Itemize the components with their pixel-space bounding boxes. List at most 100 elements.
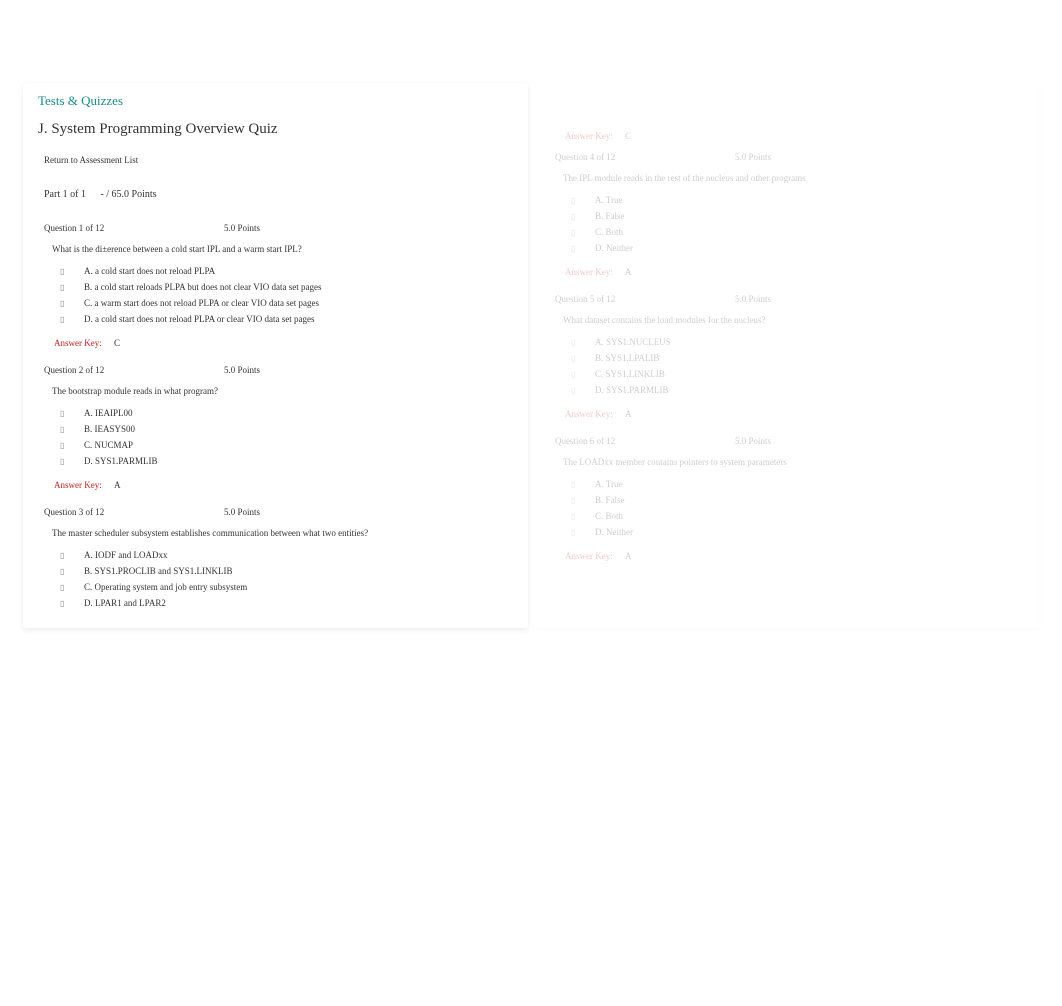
section-title: Tests & Quizzes	[38, 93, 513, 109]
bullet-icon: ▯	[60, 409, 84, 418]
answer-key-row: Answer Key: C	[549, 123, 1024, 145]
answer-option: ▯C. a warm start does not reload PLPA or…	[60, 298, 513, 308]
return-assessment-link[interactable]: Return to Assessment List	[38, 151, 144, 169]
answer-list: ▯A. True ▯B. False ▯C. Both ▯D. Neither	[549, 479, 1024, 537]
question-number: Question 3 of 12	[44, 507, 224, 517]
right-page: Answer Key: C Question 4 of 12 5.0 Point…	[534, 83, 1039, 628]
answer-key-value: A	[625, 551, 632, 561]
answer-key-value: C	[625, 131, 631, 141]
bullet-icon: ▯	[571, 386, 595, 395]
bullet-icon: ▯	[60, 425, 84, 434]
question-points: 5.0 Points	[224, 507, 260, 517]
bullet-icon: ▯	[60, 599, 84, 608]
answer-key-value: A	[114, 480, 121, 490]
bullet-icon: ▯	[571, 496, 595, 505]
question-block: Question 4 of 12 5.0 Points The IPL modu…	[549, 149, 1024, 281]
bullet-icon: ▯	[60, 551, 84, 560]
bullet-icon: ▯	[60, 441, 84, 450]
answer-option: ▯B. False	[571, 495, 1024, 505]
answer-text: A. a cold start does not reload PLPA	[84, 266, 215, 276]
question-header: Question 4 of 12 5.0 Points	[549, 149, 1024, 165]
bullet-icon: ▯	[571, 228, 595, 237]
answer-key-row: Answer Key: A	[549, 401, 1024, 423]
question-points: 5.0 Points	[735, 436, 771, 446]
bullet-icon: ▯	[571, 480, 595, 489]
answer-text: B. False	[595, 495, 625, 505]
answer-text: D. Neither	[595, 243, 633, 253]
part-info: Part 1 of 1 - / 65.0 Points	[38, 189, 513, 200]
bullet-icon: ▯	[571, 338, 595, 347]
question-block: Question 5 of 12 5.0 Points What dataset…	[549, 291, 1024, 423]
answer-option: ▯A. True	[571, 479, 1024, 489]
answer-text: A. IEAIPL00	[84, 408, 133, 418]
question-points: 5.0 Points	[735, 152, 771, 162]
answer-option: ▯C. Operating system and job entry subsy…	[60, 582, 513, 592]
answer-text: C. Both	[595, 227, 623, 237]
answer-text: B. SYS1.PROCLIB and SYS1.LINKLIB	[84, 566, 233, 576]
answer-text: B. SYS1.LPALIB	[595, 353, 659, 363]
answer-key-row: Answer Key: C	[38, 330, 513, 352]
answer-option: ▯C. Both	[571, 227, 1024, 237]
answer-key-value: A	[625, 267, 632, 277]
answer-option: ▯B. False	[571, 211, 1024, 221]
question-block: Question 1 of 12 5.0 Points What is the …	[38, 220, 513, 352]
question-number: Question 1 of 12	[44, 223, 224, 233]
page-container: Tests & Quizzes J. System Programming Ov…	[20, 80, 1042, 631]
answer-option: ▯D. LPAR1 and LPAR2	[60, 598, 513, 608]
question-number: Question 6 of 12	[555, 436, 735, 446]
answer-key-label: Answer Key:	[565, 267, 613, 277]
question-text: The IPL module reads in the rest of the …	[549, 173, 1024, 183]
question-header: Question 5 of 12 5.0 Points	[549, 291, 1024, 307]
answer-key-label: Answer Key:	[565, 409, 613, 419]
answer-key-label: Answer Key:	[54, 480, 102, 490]
answer-option: ▯C. NUCMAP	[60, 440, 513, 450]
left-page: Tests & Quizzes J. System Programming Ov…	[23, 83, 528, 628]
answer-text: D. LPAR1 and LPAR2	[84, 598, 166, 608]
answer-text: B. IEASYS00	[84, 424, 135, 434]
bullet-icon: ▯	[571, 512, 595, 521]
answer-option: ▯D. Neither	[571, 243, 1024, 253]
part-points: - / 65.0 Points	[100, 189, 156, 200]
answer-text: C. a warm start does not reload PLPA or …	[84, 298, 319, 308]
answer-key-row: Answer Key: A	[549, 543, 1024, 565]
answer-key-label: Answer Key:	[54, 338, 102, 348]
question-header: Question 6 of 12 5.0 Points	[549, 433, 1024, 449]
answer-list: ▯ A. a cold start does not reload PLPA ▯B…	[38, 266, 513, 324]
question-header: Question 2 of 12 5.0 Points	[38, 362, 513, 378]
question-text: The LOADxx member contains pointers to s…	[549, 457, 1024, 467]
answer-list: ▯A. SYS1.NUCLEUS ▯B. SYS1.LPALIB ▯C. SYS…	[549, 337, 1024, 395]
answer-text: A. True	[595, 479, 623, 489]
question-text: The master scheduler subsystem establish…	[38, 528, 513, 538]
bullet-icon: ▯	[571, 370, 595, 379]
question-text: The bootstrap module reads in what progr…	[38, 386, 513, 396]
bullet-icon: ▯	[571, 528, 595, 537]
quiz-title: J. System Programming Overview Quiz	[38, 121, 513, 138]
answer-option: ▯D. Neither	[571, 527, 1024, 537]
answer-text: B. False	[595, 211, 625, 221]
answer-text: B. a cold start reloads PLPA but does no…	[84, 282, 321, 292]
answer-key-row: Answer Key: A	[549, 259, 1024, 281]
question-block: Question 2 of 12 5.0 Points The bootstra…	[38, 362, 513, 494]
answer-option: ▯B. a cold start reloads PLPA but does n…	[60, 282, 513, 292]
answer-option: ▯C. SYS1.LINKLIB	[571, 369, 1024, 379]
answer-option: ▯A. True	[571, 195, 1024, 205]
bullet-icon: ▯	[60, 457, 84, 466]
answer-key-value: C	[114, 338, 120, 348]
question-number: Question 2 of 12	[44, 365, 224, 375]
answer-text: C. NUCMAP	[84, 440, 133, 450]
question-points: 5.0 Points	[224, 223, 260, 233]
answer-option: ▯A. IEAIPL00	[60, 408, 513, 418]
bullet-icon: ▯	[60, 567, 84, 576]
answer-text: D. SYS1.PARMLIB	[84, 456, 157, 466]
bullet-icon: ▯	[571, 196, 595, 205]
question-number: Question 4 of 12	[555, 152, 735, 162]
question-block: Question 3 of 12 5.0 Points The master s…	[38, 504, 513, 608]
bullet-icon: ▯	[60, 299, 84, 308]
answer-text: C. SYS1.LINKLIB	[595, 369, 665, 379]
answer-option: ▯B. IEASYS00	[60, 424, 513, 434]
bullet-icon: ▯	[60, 583, 84, 592]
bullet-icon: ▯	[571, 354, 595, 363]
answer-option: ▯A. IODF and LOADxx	[60, 550, 513, 560]
bullet-icon: ▯	[571, 212, 595, 221]
answer-option: ▯D. a cold start does not reload PLPA or…	[60, 314, 513, 324]
